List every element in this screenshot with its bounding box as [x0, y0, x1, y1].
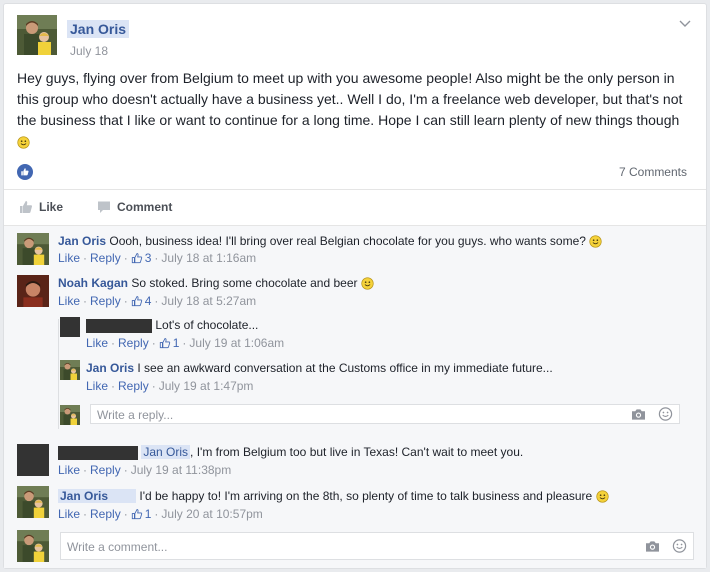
emoji-icon[interactable]: [672, 539, 687, 554]
avatar[interactable]: [17, 486, 49, 518]
smile-emoji-icon: [596, 490, 609, 503]
avatar[interactable]: [60, 360, 80, 380]
comment-time[interactable]: July 18 at 1:16am: [161, 251, 256, 265]
comment-button-label: Comment: [117, 200, 173, 214]
reply-placeholder: Write a reply...: [97, 408, 174, 422]
avatar[interactable]: [17, 233, 49, 265]
post-header: Jan Oris July 18: [17, 15, 130, 58]
comment-author[interactable]: Jan Oris: [58, 234, 106, 248]
comment-meta: Like · Reply · 1 · July 19 at 1:06am: [86, 336, 285, 350]
comment-meta: Like · Reply · 1 · July 20 at 10:57pm: [58, 507, 263, 521]
smile-emoji-icon: [361, 277, 374, 290]
comment-button[interactable]: Comment: [97, 200, 172, 214]
comment-author[interactable]: Noah Kagan: [58, 276, 128, 290]
comment-icon: [98, 201, 110, 213]
comment-meta: Like · Reply · July 19 at 11:38pm: [58, 463, 232, 477]
comment-meta: Like · Reply · 4 · July 18 at 5:27am: [58, 294, 257, 308]
camera-icon[interactable]: [631, 408, 646, 421]
avatar[interactable]: [17, 15, 57, 55]
comments-count[interactable]: 7 Comments: [619, 165, 687, 179]
like-button-label: Like: [39, 200, 64, 214]
chevron-down-icon[interactable]: [678, 16, 692, 30]
comment-text: I see an awkward conversation at the Cus…: [137, 361, 553, 375]
comment-time[interactable]: July 20 at 10:57pm: [161, 507, 262, 521]
camera-icon[interactable]: [645, 540, 660, 553]
comment-text: Lot's of chocolate...: [155, 318, 259, 332]
post-text: Hey guys, flying over from Belgium to me…: [17, 70, 683, 128]
post-author[interactable]: Jan Oris: [67, 20, 130, 38]
comment-text: I'd be happy to! I'm arriving on the 8th…: [139, 489, 593, 503]
avatar[interactable]: [17, 275, 49, 307]
comment-reply-link[interactable]: Reply: [118, 379, 149, 393]
comment-reply-link[interactable]: Reply: [90, 294, 121, 308]
comment: Noah Kagan So stoked. Bring some chocola…: [58, 275, 374, 291]
like-button[interactable]: Like: [19, 200, 63, 214]
comment-author[interactable]: Jan Oris: [86, 361, 134, 375]
comment-like-link[interactable]: Like: [58, 507, 80, 521]
redacted-name: [86, 318, 152, 333]
comment-time[interactable]: July 19 at 1:47pm: [159, 379, 254, 393]
smile-emoji-icon: [17, 136, 30, 149]
comment-like-link[interactable]: Like: [86, 336, 108, 350]
thumbs-up-icon: [131, 252, 143, 264]
comment-reply-link[interactable]: Reply: [90, 507, 121, 521]
comment-like-link[interactable]: Like: [58, 463, 80, 477]
comment-like-count[interactable]: 3: [145, 251, 152, 265]
post-body: Hey guys, flying over from Belgium to me…: [17, 68, 697, 152]
avatar: [17, 530, 49, 562]
post-stats: 7 Comments: [17, 162, 687, 182]
post-card: Jan Oris July 18 Hey guys, flying over f…: [3, 3, 707, 569]
reply-input[interactable]: Write a reply...: [90, 404, 680, 424]
thumbs-up-icon: [20, 201, 33, 213]
avatar[interactable]: [60, 317, 80, 337]
comment-meta: Like · Reply · July 19 at 1:47pm: [86, 379, 254, 393]
comment-like-link[interactable]: Like: [58, 251, 80, 265]
post-date[interactable]: July 18: [70, 44, 129, 58]
thumbs-up-icon: [159, 337, 171, 349]
reply: Jan Oris I see an awkward conversation a…: [86, 360, 553, 376]
redacted-name: [58, 445, 138, 460]
post-actions: Like Comment: [4, 189, 706, 225]
thumbs-up-icon: [131, 508, 143, 520]
comment: Jan Oris Oooh, business idea! I'll bring…: [58, 233, 602, 249]
comment-text: , I'm from Belgium too but live in Texas…: [190, 445, 524, 459]
thumbs-up-icon: [131, 295, 143, 307]
comment-like-count[interactable]: 1: [145, 507, 152, 521]
comment-placeholder: Write a comment...: [67, 540, 168, 554]
comment-like-link[interactable]: Like: [58, 294, 80, 308]
smile-emoji-icon: [589, 235, 602, 248]
comment-text: So stoked. Bring some chocolate and beer: [131, 276, 358, 290]
comment-reply-link[interactable]: Reply: [90, 251, 121, 265]
comment-reply-link[interactable]: Reply: [118, 336, 149, 350]
comment-time[interactable]: July 19 at 1:06am: [189, 336, 284, 350]
comment-text: Oooh, business idea! I'll bring over rea…: [109, 234, 586, 248]
comment-author[interactable]: Jan Oris: [58, 489, 137, 503]
mention-tag[interactable]: Jan Oris: [141, 445, 191, 459]
comment-meta: Like · Reply · 3 · July 18 at 1:16am: [58, 251, 257, 265]
reply-thread-line: [58, 319, 59, 429]
like-reaction-icon[interactable]: [17, 164, 33, 180]
comment-time[interactable]: July 19 at 11:38pm: [131, 463, 232, 477]
comment-input[interactable]: Write a comment...: [60, 532, 694, 560]
comment-reply-link[interactable]: Reply: [90, 463, 121, 477]
comment: Jan Oris, I'm from Belgium too but live …: [58, 444, 523, 460]
comment: Jan Oris I'd be happy to! I'm arriving o…: [58, 488, 609, 504]
avatar: [60, 405, 80, 425]
comment-like-count[interactable]: 4: [145, 294, 152, 308]
comment-like-link[interactable]: Like: [86, 379, 108, 393]
comment-like-count[interactable]: 1: [173, 336, 180, 350]
comments-section: Jan Oris Oooh, business idea! I'll bring…: [4, 225, 706, 568]
avatar[interactable]: [17, 444, 49, 476]
comment-time[interactable]: July 18 at 5:27am: [161, 294, 256, 308]
reply: Lot's of chocolate...: [86, 317, 258, 333]
emoji-icon[interactable]: [658, 407, 673, 422]
